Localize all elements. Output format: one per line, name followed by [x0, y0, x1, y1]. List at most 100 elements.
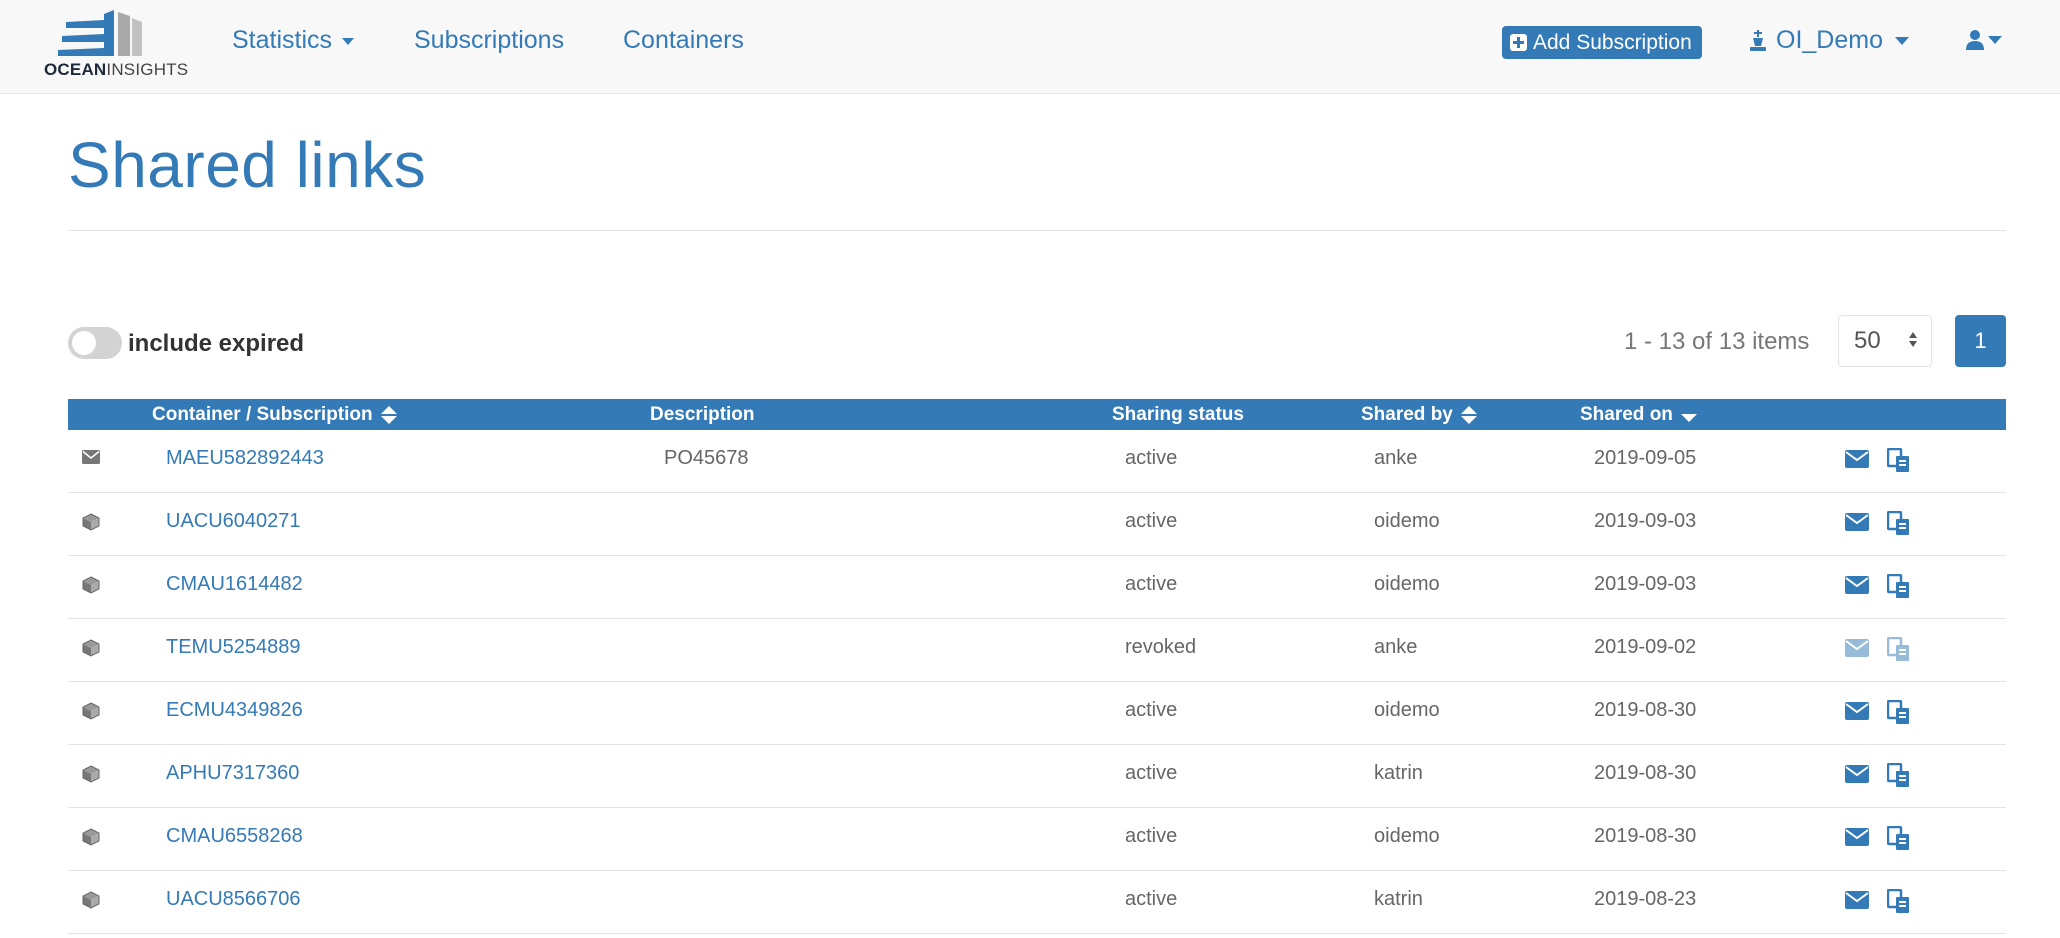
sharing-status-cell: active	[1125, 699, 1178, 721]
page-1-button[interactable]: 1	[1955, 315, 2006, 367]
send-email-icon[interactable]	[1845, 828, 1869, 851]
logo-wordmark: OCEANINSIGHTS	[44, 60, 189, 79]
column-header-label: Shared by	[1361, 404, 1453, 425]
copy-link-icon[interactable]	[1886, 888, 1911, 920]
shared-by-cell: oidemo	[1374, 573, 1440, 595]
sharing-status-cell: active	[1125, 762, 1178, 784]
cube-icon	[82, 765, 100, 788]
copy-link-icon[interactable]	[1886, 825, 1911, 857]
table-row: UACU8566706 active katrin 2019-08-23	[68, 871, 2006, 934]
send-email-icon[interactable]	[1845, 765, 1869, 788]
sharing-status-cell: active	[1125, 447, 1178, 469]
column-header-shared-on[interactable]: Shared on	[1580, 399, 1697, 430]
envelope-icon	[82, 450, 100, 469]
table-row: CMAU6558268 active oidemo 2019-08-30	[68, 808, 2006, 871]
shared-by-cell: anke	[1374, 447, 1418, 469]
sharing-status-cell: active	[1125, 825, 1178, 847]
user-icon	[1966, 30, 1984, 50]
send-email-icon[interactable]	[1845, 450, 1869, 473]
top-navbar: OCEANINSIGHTS Statistics Subscriptions C…	[0, 0, 2060, 94]
column-header-label: Shared on	[1580, 404, 1673, 425]
sort-icon	[380, 405, 397, 424]
shared-on-cell: 2019-08-30	[1594, 699, 1697, 721]
copy-link-icon[interactable]	[1886, 762, 1911, 794]
container-subscription-link[interactable]: ECMU4349826	[166, 682, 303, 745]
add-subscription-button[interactable]: Add Subscription	[1502, 26, 1702, 59]
send-email-icon[interactable]	[1845, 576, 1869, 599]
nav-subscriptions[interactable]: Subscriptions	[414, 26, 564, 55]
sharing-status-cell: revoked	[1125, 636, 1197, 658]
copy-link-icon[interactable]	[1886, 699, 1911, 731]
caret-down-icon	[1988, 36, 2002, 44]
column-header-label: Container / Subscription	[152, 404, 373, 425]
toggle-knob	[72, 331, 96, 355]
column-header-description: Description	[650, 404, 755, 425]
caret-down-icon	[1894, 36, 1909, 45]
cube-icon	[82, 891, 100, 914]
organization-name: OI_Demo	[1776, 26, 1883, 54]
container-subscription-link[interactable]: TEMU5254889	[166, 619, 301, 682]
pagination-info: 1 - 13 of 13 items	[1624, 328, 1810, 355]
nav-statistics-label: Statistics	[232, 26, 333, 54]
table-header: Container / Subscription Description Sha…	[68, 399, 2006, 430]
nav-containers[interactable]: Containers	[623, 26, 744, 55]
nav-statistics-dropdown[interactable]: Statistics	[232, 26, 355, 55]
container-subscription-link[interactable]: APHU7317360	[166, 745, 299, 808]
container-subscription-link[interactable]: UACU6040271	[166, 493, 301, 556]
include-expired-label: include expired	[128, 330, 305, 357]
shared-by-cell: katrin	[1374, 888, 1423, 910]
user-menu-dropdown[interactable]	[1966, 30, 2002, 50]
cube-icon	[82, 639, 100, 662]
select-arrows-icon	[1909, 332, 1917, 347]
sharing-status-cell: active	[1125, 510, 1178, 532]
shared-on-cell: 2019-09-05	[1594, 447, 1697, 469]
table-row: UACU6040271 active oidemo 2019-09-03	[68, 493, 2006, 556]
caret-down-icon	[342, 37, 355, 45]
send-email-icon[interactable]	[1845, 639, 1869, 662]
cube-icon	[82, 513, 100, 536]
cube-icon	[82, 576, 100, 599]
table-row: ECMU4349826 active oidemo 2019-08-30	[68, 682, 2006, 745]
page-size-select[interactable]: 50	[1838, 315, 1932, 367]
chess-king-icon	[1750, 29, 1766, 51]
include-expired-toggle[interactable]	[68, 327, 122, 359]
page-size-value: 50	[1854, 327, 1881, 354]
container-subscription-link[interactable]: UACU8566706	[166, 871, 301, 934]
sort-descending-icon	[1680, 413, 1697, 422]
container-subscription-link[interactable]: CMAU6558268	[166, 808, 303, 871]
shared-on-cell: 2019-09-03	[1594, 510, 1697, 532]
organization-dropdown[interactable]: OI_Demo	[1748, 26, 1909, 55]
copy-link-icon[interactable]	[1886, 510, 1911, 542]
ocean-insights-logo[interactable]: OCEANINSIGHTS	[44, 8, 188, 80]
copy-link-icon[interactable]	[1886, 573, 1911, 605]
page-title: Shared links	[68, 129, 427, 201]
column-header-container-subscription[interactable]: Container / Subscription	[152, 399, 397, 430]
container-subscription-link[interactable]: MAEU582892443	[166, 430, 324, 493]
column-header-shared-by[interactable]: Shared by	[1361, 399, 1477, 430]
send-email-icon[interactable]	[1845, 513, 1869, 536]
table-row: TEMU5254889 revoked anke 2019-09-02	[68, 619, 2006, 682]
shared-on-cell: 2019-08-23	[1594, 888, 1697, 910]
shared-by-cell: katrin	[1374, 762, 1423, 784]
send-email-icon[interactable]	[1845, 891, 1869, 914]
plus-square-icon	[1510, 34, 1527, 51]
table-row: APHU7317360 active katrin 2019-08-30	[68, 745, 2006, 808]
shared-on-cell: 2019-09-02	[1594, 636, 1697, 658]
table-row: CMAU1614482 active oidemo 2019-09-03	[68, 556, 2006, 619]
send-email-icon[interactable]	[1845, 702, 1869, 725]
cube-icon	[82, 702, 100, 725]
sharing-status-cell: active	[1125, 888, 1178, 910]
shared-on-cell: 2019-08-30	[1594, 762, 1697, 784]
column-header-sharing-status: Sharing status	[1112, 404, 1244, 425]
sharing-status-cell: active	[1125, 573, 1178, 595]
add-subscription-label: Add Subscription	[1533, 31, 1692, 54]
copy-link-icon[interactable]	[1886, 636, 1911, 668]
copy-link-icon[interactable]	[1886, 447, 1911, 479]
sort-icon	[1460, 405, 1477, 424]
description-cell: PO45678	[664, 447, 749, 469]
table-row: MAEU582892443 PO45678 active anke 2019-0…	[68, 430, 2006, 493]
title-divider	[68, 230, 2006, 231]
shared-on-cell: 2019-08-30	[1594, 825, 1697, 847]
container-subscription-link[interactable]: CMAU1614482	[166, 556, 303, 619]
shared-on-cell: 2019-09-03	[1594, 573, 1697, 595]
